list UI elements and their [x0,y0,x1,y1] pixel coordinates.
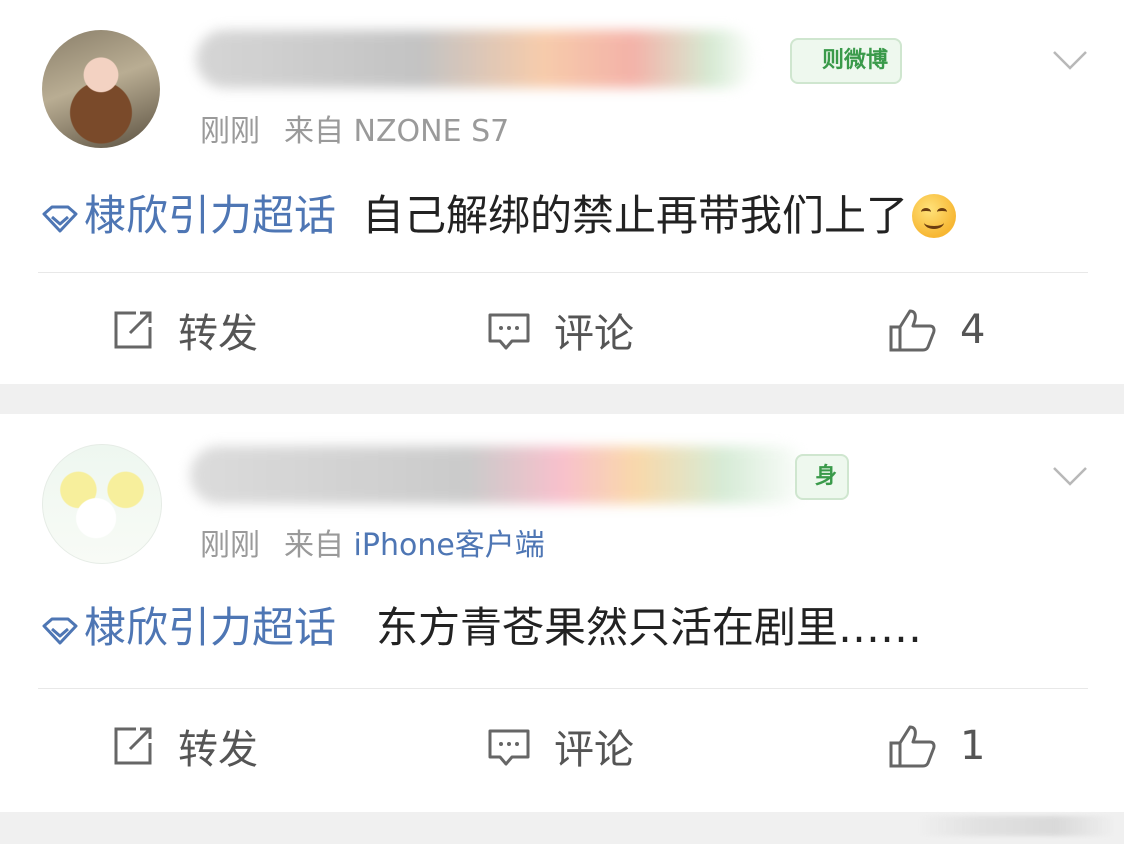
super-topic-link[interactable]: 棣欣引力超话 [40,603,336,652]
user-badge: 则微博 [790,38,903,84]
chevron-down-icon[interactable] [1052,464,1088,490]
post-meta: 刚刚 来自 iPhone客户端 [200,520,545,564]
post-text: 自己解绑的禁止再带我们上了 [362,191,909,240]
from-label: 来自 [284,528,344,563]
repost-icon [114,311,152,349]
repost-label: 转发 [178,727,258,773]
like-count: 4 [960,307,986,353]
comment-button[interactable]: 评论 [486,706,634,786]
like-count: 1 [960,723,986,769]
repost-label: 转发 [178,311,258,357]
divider [38,272,1088,273]
comment-label: 评论 [554,727,634,773]
topic-label: 棣欣引力超话 [84,191,337,240]
watermark [916,816,1116,836]
smile-emoji-icon [912,194,957,238]
post-meta: 刚刚 来自 NZONE S7 [200,106,509,150]
post-card-2: 身 刚刚 来自 iPhone客户端 棣欣引力超话 东方青苍果然只活在剧里…… 转发 … [0,414,1124,812]
post-content: 棣欣引力超话 自己解绑的禁止再带我们上了 [40,188,957,244]
post-content: 棣欣引力超话 东方青苍果然只活在剧里…… [40,600,922,656]
divider [38,688,1088,689]
repost-button[interactable]: 转发 [110,290,258,370]
username-blurred[interactable] [196,30,756,88]
chevron-down-icon[interactable] [1052,48,1088,74]
repost-icon [114,727,152,765]
comment-button[interactable]: 评论 [486,290,634,370]
comment-icon [488,729,530,766]
thumbs-up-icon [889,725,936,768]
user-badge: 身 [795,454,850,500]
like-button[interactable]: 1 [888,706,985,786]
repost-button[interactable]: 转发 [110,706,258,786]
post-source[interactable]: iPhone客户端 [354,528,545,563]
comment-label: 评论 [554,311,634,357]
username-blurred[interactable] [190,446,810,504]
super-topic-link[interactable]: 棣欣引力超话 [40,191,336,240]
post-card-1: 则微博 刚刚 来自 NZONE S7 棣欣引力超话 自己解绑的禁止再带我们上了 转发… [0,0,1124,384]
post-source: NZONE S7 [353,114,510,149]
thumbs-up-icon [889,309,936,352]
post-time: 刚刚 [200,528,260,563]
topic-label: 棣欣引力超话 [84,603,337,652]
action-bar: 转发 评论 1 [0,706,1124,786]
from-label: 来自 [284,114,344,149]
action-bar: 转发 评论 4 [0,290,1124,370]
like-button[interactable]: 4 [888,290,985,370]
diamond-icon [42,617,78,645]
comment-icon [488,313,530,350]
diamond-icon [42,205,78,233]
avatar[interactable] [42,30,160,148]
post-text: 东方青苍果然只活在剧里…… [376,603,923,652]
feed-separator [0,384,1124,414]
post-time: 刚刚 [200,114,260,149]
avatar[interactable] [42,444,162,564]
